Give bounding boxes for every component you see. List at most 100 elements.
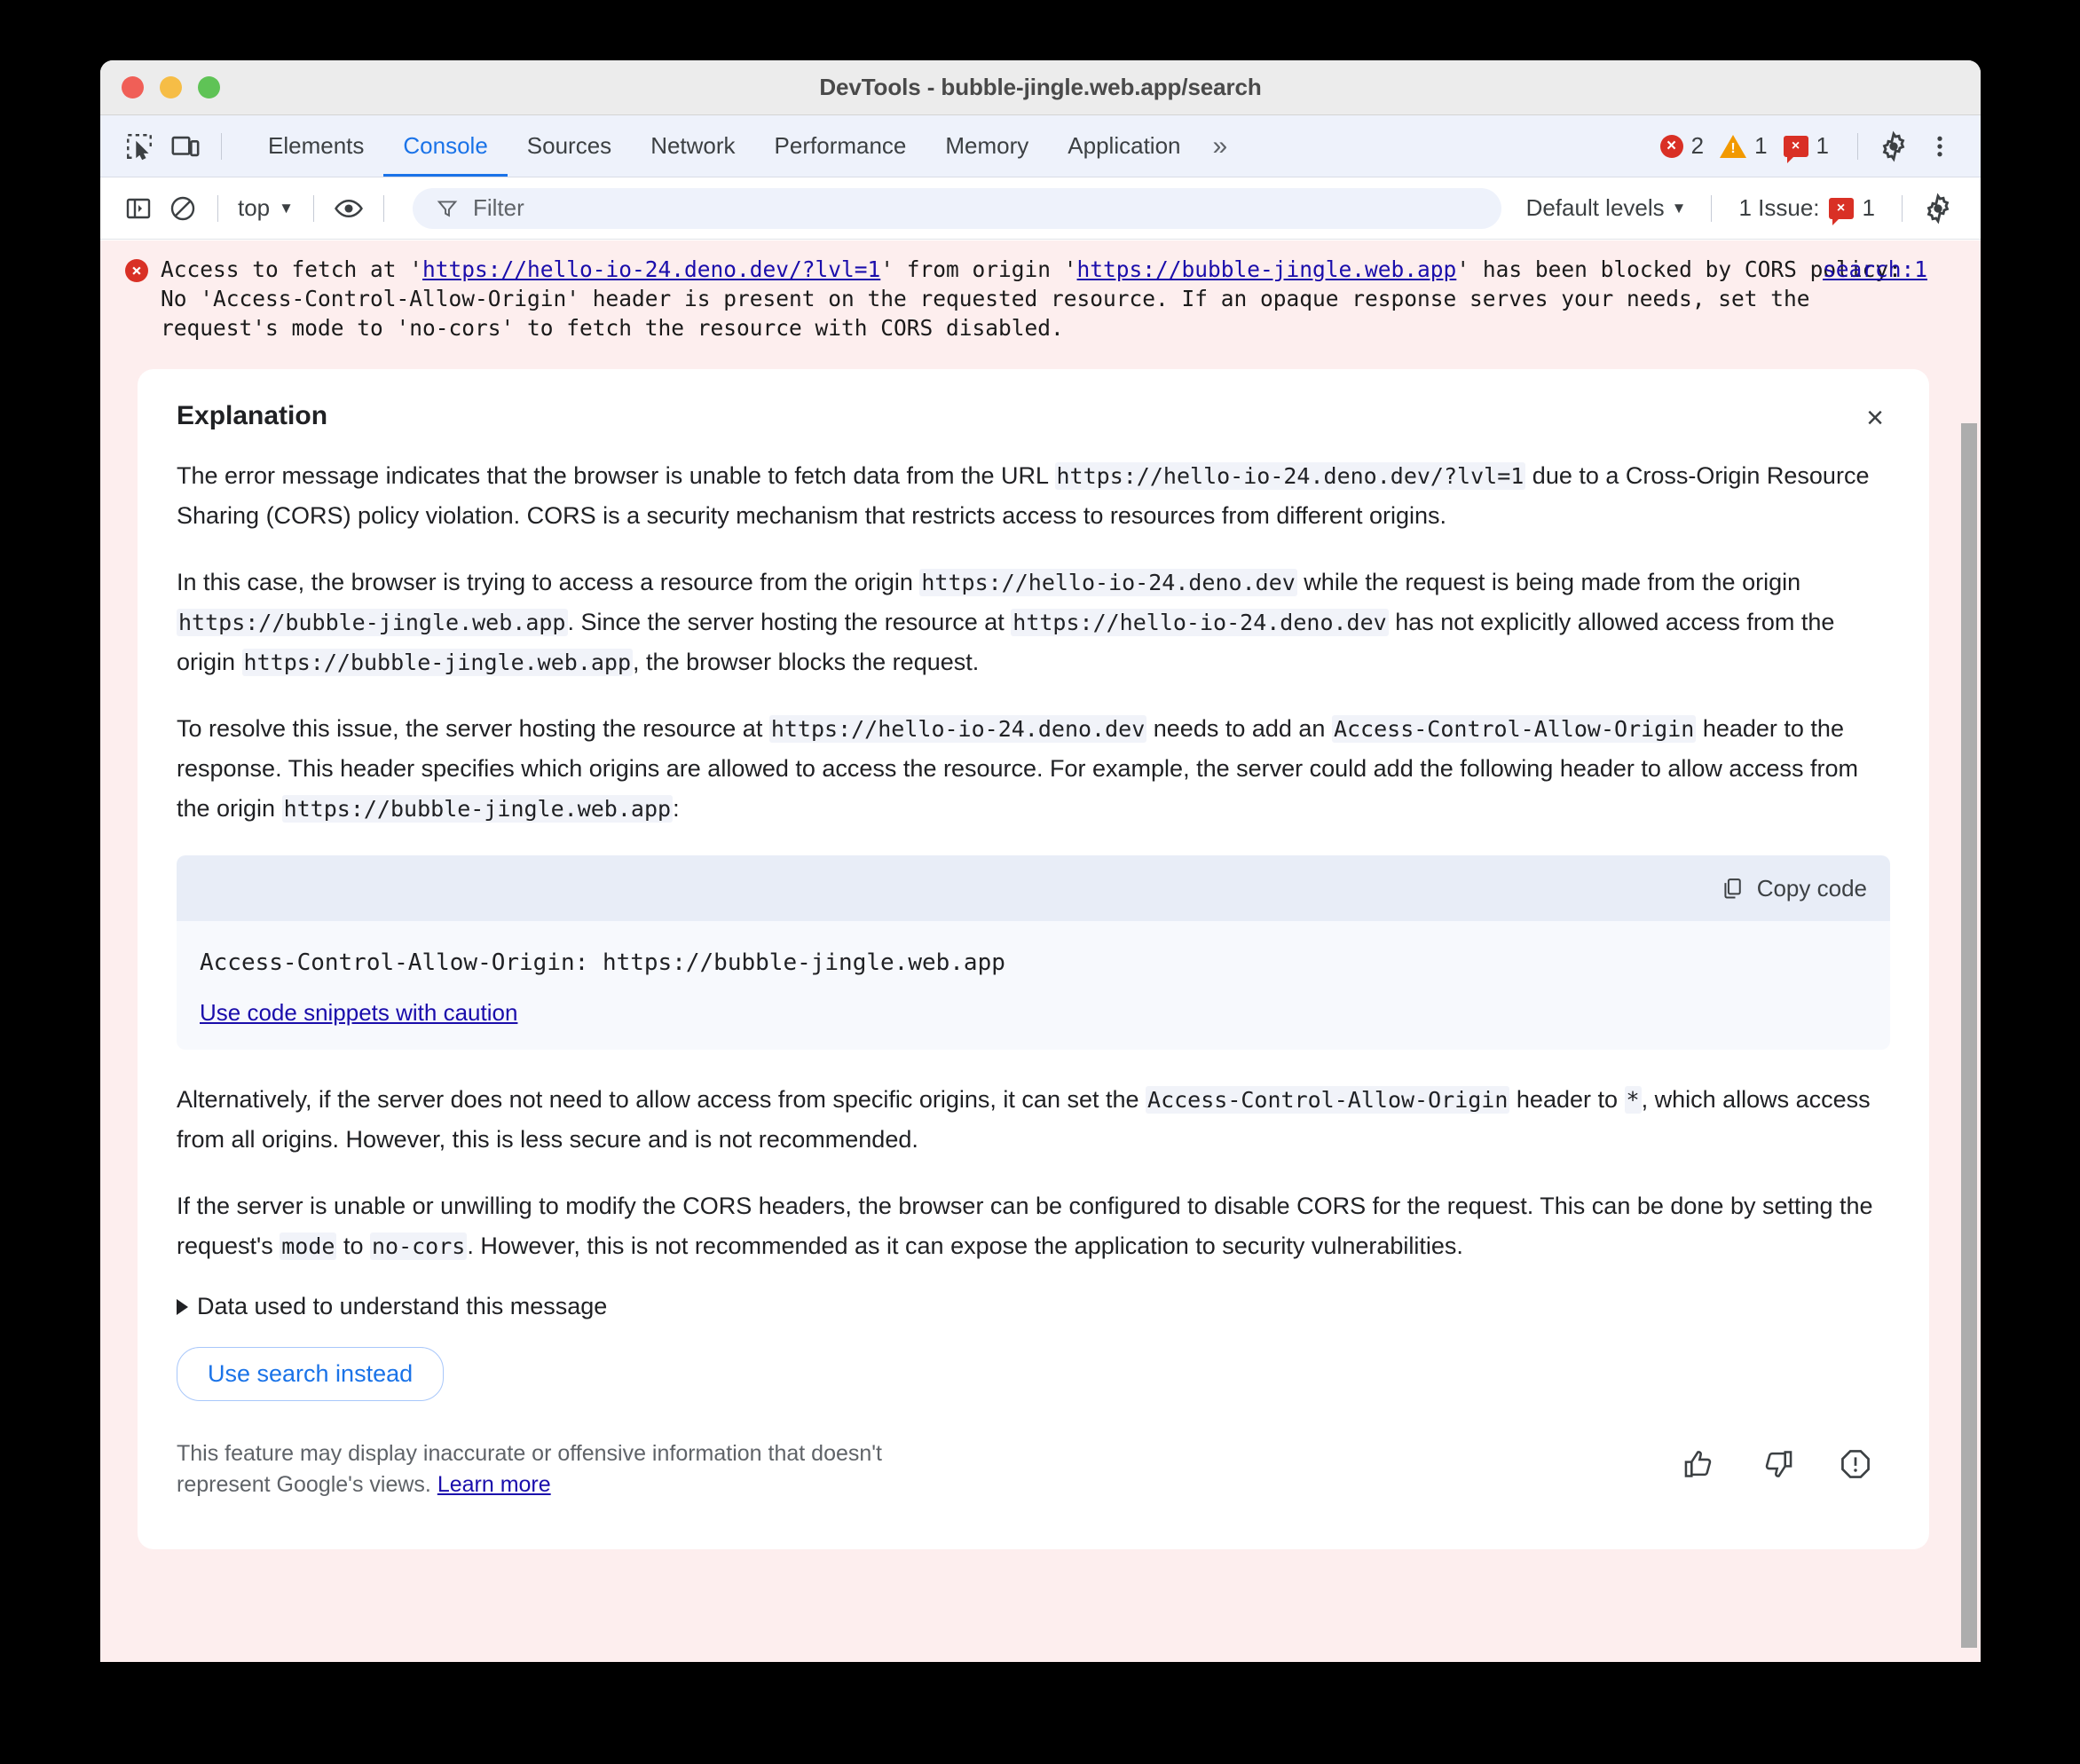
toolbar-divider-1 [217, 194, 218, 222]
explanation-footer: This feature may display inaccurate or o… [177, 1438, 1890, 1500]
copy-code-button[interactable]: Copy code [1720, 875, 1867, 902]
more-tabs-icon[interactable]: » [1201, 131, 1237, 161]
ai-disclaimer: This feature may display inaccurate or o… [177, 1438, 957, 1500]
warning-count[interactable]: 1 [1720, 132, 1768, 160]
inline-code: https://bubble-jingle.web.app [177, 609, 568, 636]
explanation-paragraph-4: Alternatively, if the server does not ne… [177, 1086, 1871, 1153]
data-used-disclosure[interactable]: Data used to understand this message [177, 1293, 1890, 1320]
issue-count[interactable]: × 1 [1783, 132, 1829, 163]
error-part-2: ' from origin ' [880, 256, 1077, 282]
inline-code: Access-Control-Allow-Origin [1331, 715, 1697, 743]
code-caution-link[interactable]: Use code snippets with caution [200, 999, 517, 1026]
code-snippet-toolbar: Copy code [177, 855, 1890, 921]
report-icon[interactable] [1837, 1445, 1874, 1483]
issues-summary[interactable]: 1 Issue: × 1 [1724, 194, 1889, 225]
tab-application[interactable]: Application [1048, 115, 1200, 177]
close-icon[interactable]: × [1856, 399, 1894, 437]
toolbar-divider-2 [312, 194, 314, 222]
toolbar-divider [221, 132, 222, 160]
settings-gear-icon[interactable] [1871, 123, 1917, 169]
filter-placeholder: Filter [472, 194, 524, 221]
panel-tabs: Elements Console Sources Network Perform… [248, 115, 1236, 177]
tab-network[interactable]: Network [631, 115, 754, 177]
code-snippet-text[interactable]: Access-Control-Allow-Origin: https://bub… [200, 949, 1867, 976]
explanation-paragraph-3: To resolve this issue, the server hostin… [177, 715, 1858, 823]
use-search-instead-button[interactable]: Use search instead [177, 1347, 445, 1401]
inline-code: https://hello-io-24.deno.dev [919, 569, 1297, 596]
console-toolbar-right: Default levels ▼ 1 Issue: × 1 [1514, 185, 1961, 232]
tabstrip-status-area: × 2 1 × 1 [1659, 123, 1963, 169]
explanation-card: Explanation × The error message indicate… [138, 369, 1929, 1549]
explanation-paragraph-1: The error message indicates that the bro… [177, 462, 1870, 529]
device-toolbar-icon[interactable] [162, 123, 209, 169]
inline-code: mode [280, 1232, 337, 1260]
inline-code: no-cors [369, 1232, 468, 1260]
chevron-down-icon: ▼ [279, 199, 294, 217]
console-settings-gear-icon[interactable] [1915, 185, 1961, 232]
inline-code: https://bubble-jingle.web.app [281, 795, 674, 823]
filter-funnel-icon [436, 197, 459, 220]
tab-sources[interactable]: Sources [508, 115, 631, 177]
console-filter-input[interactable]: Filter [412, 187, 1501, 229]
explanation-paragraph-2: In this case, the browser is trying to a… [177, 569, 1835, 676]
tab-elements[interactable]: Elements [248, 115, 383, 177]
console-error-message[interactable]: × Access to fetch at 'https://hello-io-2… [100, 240, 1981, 355]
chevron-down-icon: ▼ [1671, 199, 1687, 217]
copy-code-label: Copy code [1756, 874, 1867, 902]
toolbar-divider-4 [1711, 194, 1713, 222]
explanation-heading: Explanation [177, 401, 328, 430]
log-levels-label: Default levels [1525, 194, 1665, 221]
error-message-text: Access to fetch at 'https://hello-io-24.… [123, 255, 1945, 343]
console-scrollbar[interactable] [1961, 423, 1977, 1648]
error-source-link[interactable]: search:1 [1823, 255, 1927, 284]
title-bar: DevTools - bubble-jingle.web.app/search [100, 60, 1981, 115]
error-icon: × [1659, 134, 1683, 158]
console-output: × Access to fetch at 'https://hello-io-2… [100, 240, 1981, 1662]
inline-code: https://hello-io-24.deno.dev [768, 715, 1147, 743]
tab-memory[interactable]: Memory [926, 115, 1048, 177]
tab-performance[interactable]: Performance [755, 115, 926, 177]
inspect-element-icon[interactable] [116, 123, 162, 169]
issues-label: 1 Issue: [1738, 194, 1820, 221]
code-snippet-body: Access-Control-Allow-Origin: https://bub… [177, 921, 1890, 1050]
error-url-1[interactable]: https://hello-io-24.deno.dev/?lvl=1 [422, 256, 880, 282]
inline-code: * [1624, 1086, 1642, 1114]
error-count[interactable]: × 2 [1659, 132, 1705, 160]
thumb-down-icon[interactable] [1759, 1445, 1796, 1483]
toolbar-divider-3 [382, 194, 384, 222]
devtools-window: DevTools - bubble-jingle.web.app/search … [100, 60, 1981, 1662]
issues-count-value: 1 [1862, 194, 1875, 221]
window-title: DevTools - bubble-jingle.web.app/search [819, 74, 1262, 100]
show-console-sidebar-icon[interactable] [116, 186, 161, 231]
code-snippet-block: Copy code Access-Control-Allow-Origin: h… [177, 855, 1890, 1050]
toolbar-divider-5 [1902, 194, 1903, 222]
issue-icon: × [1783, 135, 1808, 163]
tab-console[interactable]: Console [383, 115, 507, 177]
feedback-buttons [1681, 1438, 1890, 1483]
triangle-right-icon [177, 1298, 188, 1315]
issue-icon: × [1828, 197, 1854, 225]
inline-code: https://bubble-jingle.web.app [241, 649, 634, 676]
thumb-up-icon[interactable] [1681, 1445, 1718, 1483]
inline-code: https://hello-io-24.deno.dev [1011, 609, 1389, 636]
warning-icon [1720, 134, 1747, 158]
error-url-2[interactable]: https://bubble-jingle.web.app [1077, 256, 1457, 282]
more-options-kebab-icon[interactable] [1917, 123, 1963, 169]
execution-context-selector[interactable]: top ▼ [231, 194, 301, 222]
data-used-label: Data used to understand this message [197, 1293, 608, 1319]
clear-console-icon[interactable] [161, 186, 205, 231]
console-toolbar: top ▼ Filter Default levels ▼ 1 Issue: ×… [100, 177, 1981, 240]
live-expression-eye-icon[interactable] [327, 186, 371, 231]
execution-context-label: top [238, 194, 271, 221]
inline-code: https://hello-io-24.deno.dev/?lvl=1 [1054, 462, 1526, 490]
learn-more-link[interactable]: Learn more [437, 1472, 551, 1497]
devtools-tabstrip: Elements Console Sources Network Perform… [100, 115, 1981, 177]
error-icon: × [125, 259, 148, 282]
copy-icon [1720, 876, 1745, 901]
error-part-1: Access to fetch at ' [161, 256, 423, 282]
status-divider [1857, 132, 1858, 160]
log-levels-selector[interactable]: Default levels ▼ [1514, 194, 1699, 222]
inline-code: Access-Control-Allow-Origin [1146, 1086, 1510, 1114]
error-count-value: 2 [1690, 132, 1705, 159]
warning-count-value: 1 [1754, 132, 1768, 159]
